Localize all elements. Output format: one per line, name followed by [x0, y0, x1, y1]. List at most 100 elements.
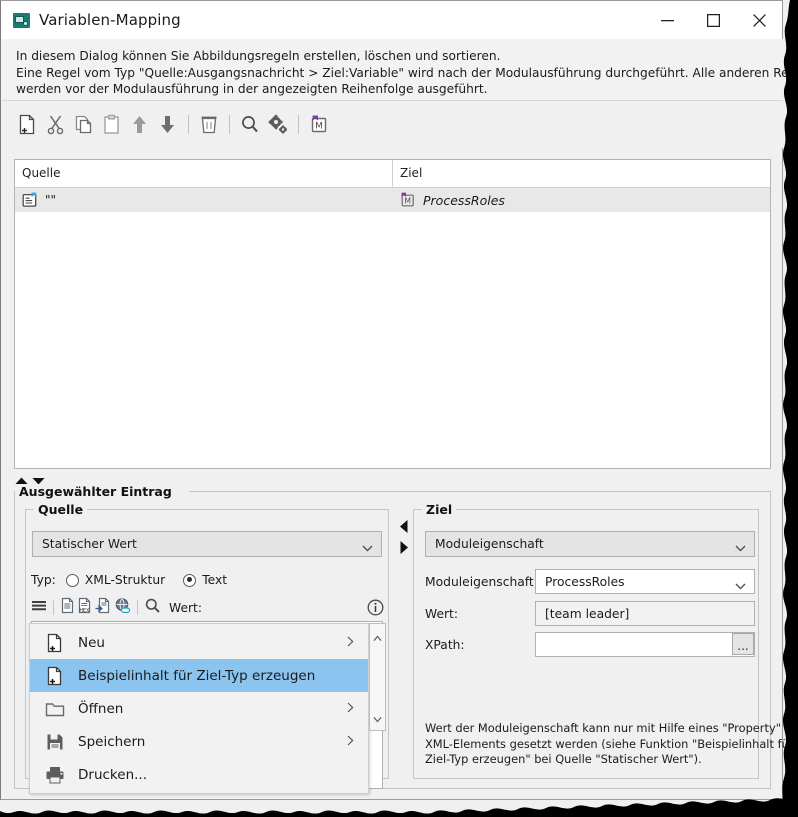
source-type-combo[interactable]: Statischer Wert — [32, 531, 382, 557]
menu-item-neu[interactable]: Neu — [30, 626, 368, 659]
source-type-combo-value: Statischer Wert — [42, 537, 137, 551]
title-bar: Variablen-Mapping — [1, 1, 782, 39]
dialog-description: In diesem Dialog können Sie Abbildungsre… — [2, 39, 783, 101]
module-property-combo[interactable]: ProcessRoles — [535, 569, 755, 594]
new-document-icon — [40, 666, 70, 686]
target-help-line-2: XML-Elements gesetzt werden (siehe Funkt… — [425, 737, 745, 753]
column-header-quelle[interactable]: Quelle — [15, 160, 393, 187]
chevron-down-icon — [735, 579, 746, 593]
minimize-button[interactable] — [644, 1, 690, 39]
context-menu-scrollbar[interactable] — [369, 623, 386, 731]
cut-icon[interactable] — [42, 110, 69, 140]
toolbar-separator — [188, 115, 189, 134]
panel-splitter[interactable] — [397, 509, 411, 569]
close-button[interactable] — [736, 1, 782, 39]
info-icon[interactable] — [367, 599, 384, 620]
selected-entry-title: Ausgewählter Eintrag — [15, 484, 176, 499]
static-value-icon — [22, 192, 39, 208]
svg-text:M: M — [404, 196, 410, 205]
radio-xml-struktur[interactable] — [66, 574, 79, 587]
source-group-title: Quelle — [34, 502, 87, 517]
target-value-field[interactable]: [team leader] — [535, 601, 755, 626]
submenu-arrow-icon — [347, 636, 354, 650]
radio-text[interactable] — [183, 574, 196, 587]
target-help-text: Wert der Moduleigenschaft kann nur mit H… — [425, 721, 745, 768]
document-icon[interactable] — [60, 597, 75, 618]
folder-open-icon — [40, 700, 70, 718]
window-title: Variablen-Mapping — [39, 11, 181, 29]
delete-icon[interactable] — [195, 110, 222, 140]
source-context-menu: Neu Beispielinhalt für Ziel-Typ erzeugen — [29, 623, 369, 794]
description-line-2: Eine Regel vom Typ "Quelle:Ausgangsnachr… — [16, 65, 769, 82]
window-controls — [644, 1, 782, 39]
splitter-left-arrow-icon[interactable] — [399, 519, 409, 538]
menu-item-offnen[interactable]: Öffnen — [30, 692, 368, 725]
source-value-toolbar: HEX — [31, 597, 202, 618]
table-cell-source-text: "" — [45, 193, 56, 207]
new-entry-icon[interactable] — [14, 110, 41, 140]
module-property-icon[interactable]: M — [305, 110, 332, 140]
list-menu-icon[interactable] — [31, 598, 47, 618]
new-document-icon — [40, 633, 70, 653]
submenu-arrow-icon — [347, 702, 354, 716]
table-cell-target[interactable]: M ProcessRoles — [393, 188, 770, 212]
radio-text-label: Text — [202, 573, 227, 587]
splitter-right-arrow-icon[interactable] — [399, 540, 409, 559]
menu-item-beispielinhalt[interactable]: Beispielinhalt für Ziel-Typ erzeugen — [30, 659, 368, 692]
table-header: Quelle Ziel — [15, 160, 770, 188]
source-value-label: Wert: — [169, 601, 202, 615]
target-group-title: Ziel — [422, 502, 456, 517]
typ-label: Typ: — [31, 573, 56, 587]
target-value-text: [team leader] — [545, 607, 629, 621]
globe-link-icon[interactable] — [114, 597, 131, 618]
svg-text:M: M — [315, 121, 323, 131]
table-cell-source[interactable]: "" — [15, 188, 393, 212]
xpath-field[interactable] — [535, 632, 755, 657]
printer-icon — [40, 766, 70, 784]
toolbar-separator — [298, 115, 299, 134]
move-up-icon[interactable] — [126, 110, 153, 140]
menu-item-speichern[interactable]: Speichern — [30, 725, 368, 758]
screenshot-root: Variablen-Mapping In diesem Dialog könne… — [0, 0, 798, 817]
toolbar-separator — [229, 115, 230, 134]
description-line-3: werden vor der Modulausführung in der an… — [16, 81, 769, 98]
source-type-radio-group: Typ: XML-Struktur Text — [31, 573, 227, 587]
move-down-icon[interactable] — [154, 110, 181, 140]
paste-icon[interactable] — [98, 110, 125, 140]
table-row[interactable]: "" M ProcessRoles — [15, 188, 770, 212]
search-icon[interactable] — [236, 110, 263, 140]
settings-icon[interactable] — [264, 110, 291, 140]
table-cell-target-text: ProcessRoles — [423, 193, 505, 208]
variable-mapping-icon — [13, 13, 30, 28]
search-icon[interactable] — [144, 597, 161, 618]
target-type-combo[interactable]: Moduleigenschaft — [425, 531, 755, 557]
menu-item-drucken[interactable]: Drucken... — [30, 758, 368, 791]
menu-item-label: Öffnen — [78, 701, 123, 717]
column-header-ziel[interactable]: Ziel — [393, 160, 770, 187]
mapping-table[interactable]: Quelle Ziel "" — [14, 159, 771, 469]
module-property-label: Moduleigenschaft: — [425, 575, 538, 589]
scroll-up-icon[interactable] — [373, 627, 382, 646]
svg-text:HEX: HEX — [79, 608, 90, 614]
menu-item-label: Neu — [78, 635, 105, 651]
radio-xml-struktur-label: XML-Struktur — [85, 573, 165, 587]
variable-mapping-dialog: Variablen-Mapping In diesem Dialog könne… — [0, 0, 783, 800]
copy-icon[interactable] — [70, 110, 97, 140]
document-import-icon[interactable] — [95, 597, 112, 618]
scroll-down-icon[interactable] — [373, 708, 382, 727]
maximize-button[interactable] — [690, 1, 736, 39]
description-line-1: In diesem Dialog können Sie Abbildungsre… — [16, 48, 769, 65]
hex-document-icon[interactable]: HEX — [77, 597, 93, 618]
module-property-icon: M — [400, 192, 417, 208]
chevron-down-icon — [362, 541, 373, 555]
chevron-down-icon — [735, 541, 746, 555]
xpath-label: XPath: — [425, 638, 465, 652]
save-disk-icon — [40, 733, 70, 751]
target-value-label: Wert: — [425, 607, 458, 621]
menu-item-label: Drucken... — [78, 767, 147, 783]
submenu-arrow-icon — [347, 735, 354, 749]
target-type-combo-value: Moduleigenschaft — [435, 537, 544, 551]
xpath-browse-button[interactable]: ... — [732, 633, 754, 655]
menu-item-label: Speichern — [78, 734, 145, 750]
target-help-line-3: Ziel-Typ erzeugen" bei Quelle "Statische… — [425, 752, 745, 768]
